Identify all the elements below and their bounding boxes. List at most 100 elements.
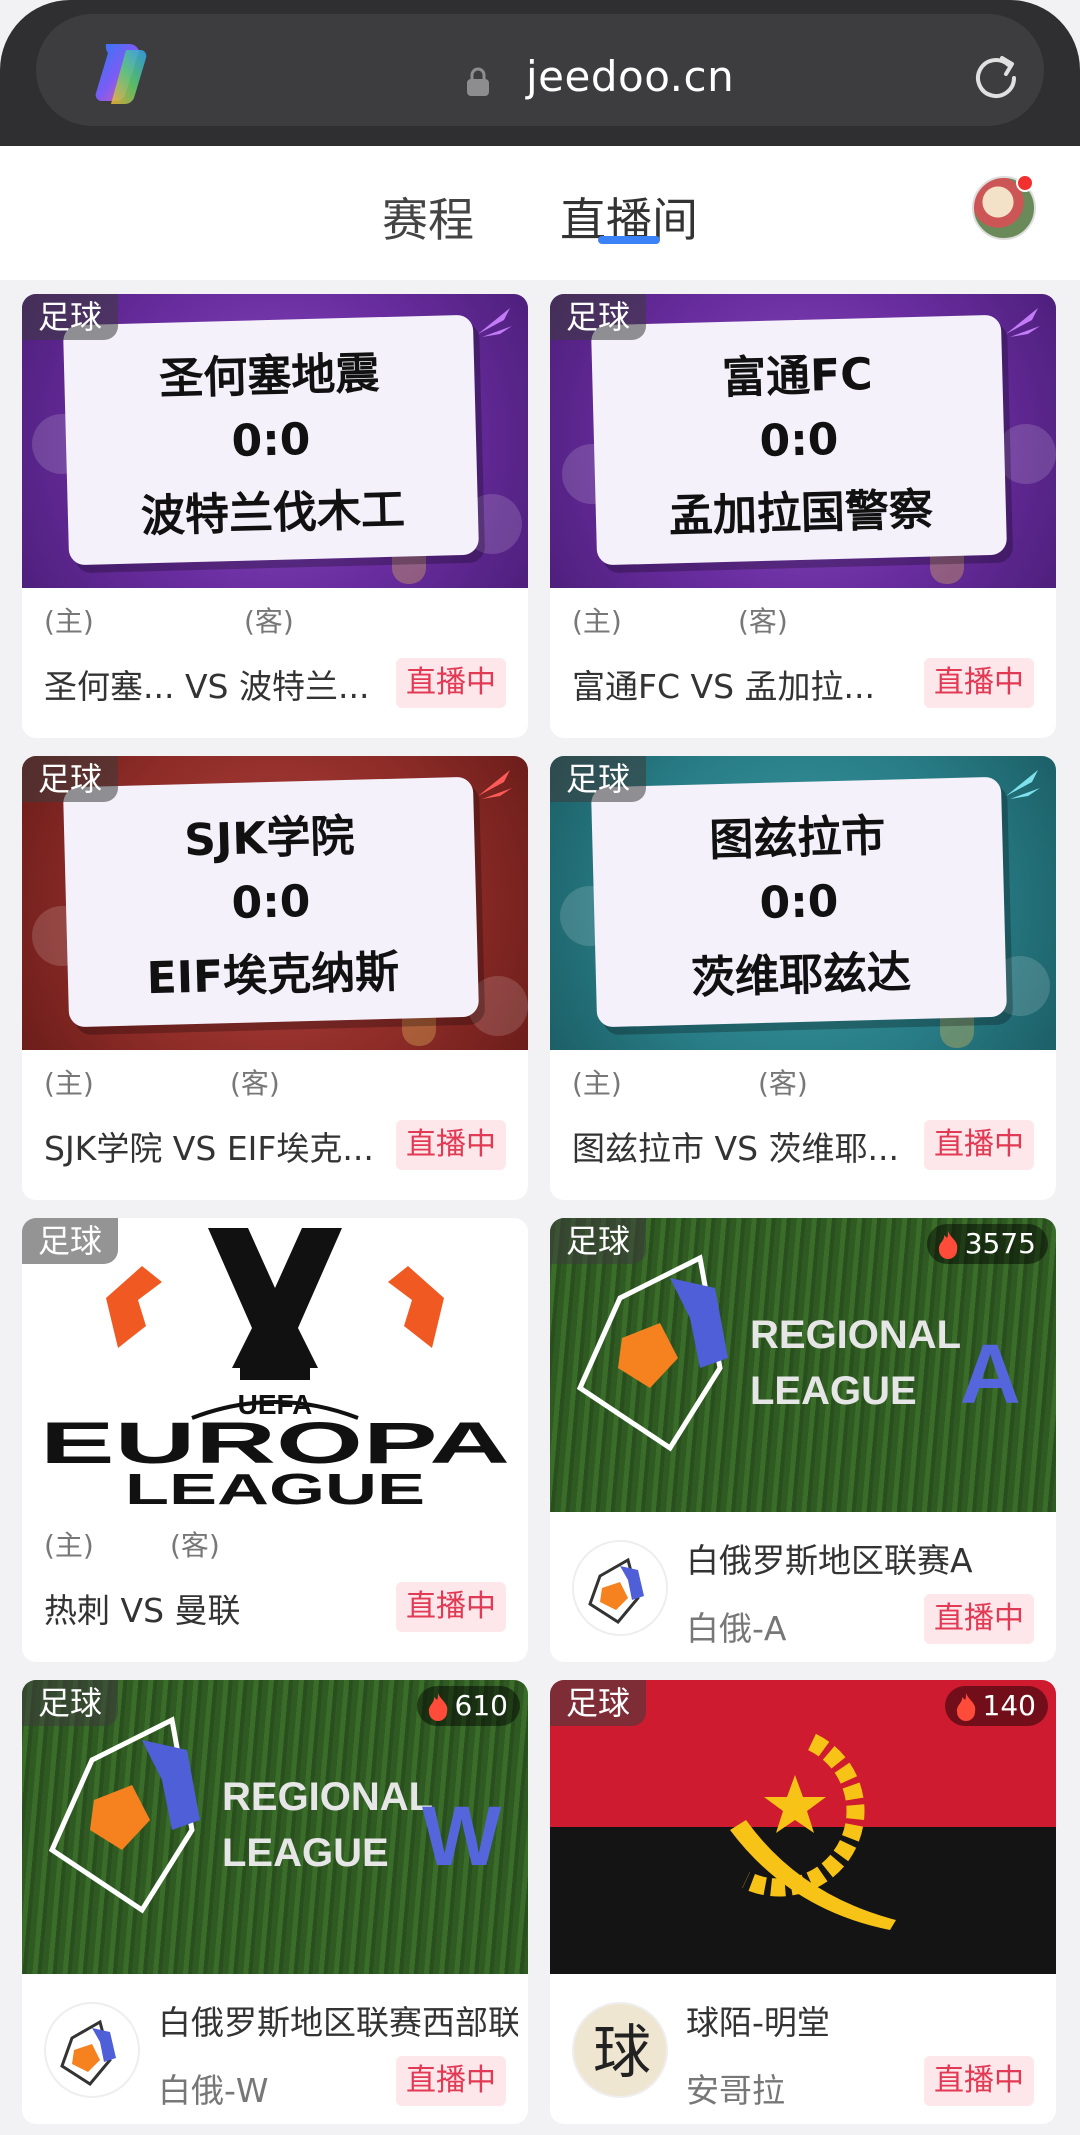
room-thumbnail: 足球 140 — [550, 1680, 1056, 1974]
popularity-badge: 140 — [944, 1686, 1048, 1726]
sport-tag: 足球 — [22, 756, 119, 802]
match-card[interactable]: 图兹拉市 0:0 茨维耶兹达 足球 (主) (客) 图兹拉市 VS 茨维耶...… — [550, 756, 1056, 1200]
live-badge: 直播中 — [924, 658, 1034, 708]
sport-tag: 足球 — [550, 294, 647, 340]
sport-tag: 足球 — [22, 294, 119, 340]
browser-toolbar: jeedoo.cn — [0, 0, 1080, 146]
svg-text:LEAGUE: LEAGUE — [750, 1369, 917, 1413]
match-card[interactable]: 富通FC 0:0 孟加拉国警察 足球 (主) (客) 富通FC VS 孟加拉..… — [550, 294, 1056, 738]
sport-tag: 足球 — [550, 1218, 647, 1264]
sport-tag: 足球 — [22, 1218, 119, 1264]
away-label: (客) — [230, 1067, 280, 1100]
away-team-name: 茨维耶兹达 — [690, 946, 912, 1004]
regional-league-logo-icon — [588, 1557, 644, 1624]
address-bar[interactable]: jeedoo.cn — [36, 14, 1044, 126]
match-score: 0:0 — [230, 875, 312, 929]
room-avatar: 球 — [572, 2002, 668, 2098]
live-badge: 直播中 — [396, 2056, 506, 2106]
live-room-card[interactable]: 足球 140 球 球陌-明堂 安哥拉 直播中 — [550, 1680, 1056, 2124]
brand-mark-icon — [1006, 308, 1040, 337]
match-card[interactable]: 圣何塞地震 0:0 波特兰伐木工 足球 (主) (客) 圣何塞... VS 波特… — [22, 294, 528, 738]
home-label: (主) — [572, 605, 622, 638]
live-badge: 直播中 — [924, 2056, 1034, 2106]
flame-icon — [938, 1231, 958, 1259]
scoreboard: SJK学院 0:0 EIF埃克纳斯 — [62, 776, 480, 1028]
svg-text:LEAGUE: LEAGUE — [222, 1831, 389, 1875]
home-label: (主) — [572, 1067, 622, 1100]
away-label: (客) — [244, 605, 294, 638]
svg-text:REGIONAL: REGIONAL — [222, 1775, 433, 1819]
match-thumbnail: 图兹拉市 0:0 茨维耶兹达 足球 — [550, 756, 1056, 1050]
home-team-name: 富通FC — [721, 348, 874, 404]
top-nav: 赛程 直播间 — [0, 146, 1080, 280]
room-avatar — [44, 2002, 140, 2098]
room-subtitle: 白俄-W — [158, 2071, 269, 2110]
popularity-count: 3575 — [964, 1227, 1036, 1260]
notification-dot — [1016, 174, 1034, 192]
brand-mark-icon — [478, 770, 512, 799]
match-thumbnail: 圣何塞地震 0:0 波特兰伐木工 足球 — [22, 294, 528, 588]
away-label: (客) — [738, 605, 788, 638]
brand-mark-icon — [1006, 770, 1040, 799]
active-tab-indicator — [598, 236, 660, 244]
copilot-icon[interactable] — [86, 36, 158, 108]
tab-schedule[interactable]: 赛程 — [382, 184, 474, 250]
away-label: (客) — [170, 1529, 220, 1562]
match-summary: 圣何塞... VS 波特兰... — [44, 667, 370, 706]
away-label: (客) — [758, 1067, 808, 1100]
home-team-name: SJK学院 — [183, 810, 356, 866]
flame-icon — [956, 1693, 975, 1721]
regional-league-logo-icon — [60, 2019, 116, 2086]
scoreboard: 圣何塞地震 0:0 波特兰伐木工 — [62, 314, 480, 566]
popularity-count: 140 — [982, 1689, 1036, 1722]
room-title: 白俄罗斯地区联赛西部联 — [158, 2003, 518, 2042]
live-room-card[interactable]: REGIONAL LEAGUE W 足球 610 白俄罗斯地区联赛西部联 白俄-… — [22, 1680, 528, 2124]
away-team-name: 波特兰伐木工 — [140, 484, 406, 542]
match-card[interactable]: UEFA EUROPA LEAGUE 足球 (主) (客) 热刺 VS 曼联 直… — [22, 1218, 528, 1662]
sport-tag: 足球 — [22, 1680, 119, 1726]
match-summary: 热刺 VS 曼联 — [44, 1591, 241, 1630]
reload-icon[interactable] — [966, 48, 1026, 108]
room-title: 球陌-明堂 — [686, 2003, 830, 2042]
match-summary: SJK学院 VS EIF埃克... — [44, 1129, 374, 1168]
logo-league-text: LEAGUE — [125, 1465, 425, 1512]
live-badge: 直播中 — [396, 1120, 506, 1170]
popularity-count: 610 — [454, 1689, 508, 1722]
home-team-name: 圣何塞地震 — [158, 347, 380, 405]
live-badge: 直播中 — [396, 658, 506, 708]
match-score: 0:0 — [230, 413, 312, 467]
room-title: 白俄罗斯地区联赛A — [686, 1541, 973, 1580]
room-subtitle: 安哥拉 — [686, 2071, 785, 2110]
popularity-badge: 610 — [416, 1686, 520, 1726]
url-text[interactable]: jeedoo.cn — [526, 52, 734, 101]
live-badge: 直播中 — [924, 1594, 1034, 1644]
calligraphy-avatar: 球 — [592, 2018, 651, 2086]
room-thumbnail: REGIONAL LEAGUE A 足球 3575 — [550, 1218, 1056, 1512]
live-room-card[interactable]: REGIONAL LEAGUE A 足球 3575 白俄罗斯地区联赛A 白俄-A… — [550, 1218, 1056, 1662]
match-card[interactable]: SJK学院 0:0 EIF埃克纳斯 足球 (主) (客) SJK学院 VS EI… — [22, 756, 528, 1200]
live-badge: 直播中 — [396, 1582, 506, 1632]
match-thumbnail: 富通FC 0:0 孟加拉国警察 足球 — [550, 294, 1056, 588]
flame-icon — [428, 1693, 447, 1721]
home-label: (主) — [44, 605, 94, 638]
scoreboard: 富通FC 0:0 孟加拉国警察 — [590, 314, 1008, 566]
lock-icon — [467, 67, 489, 96]
match-score: 0:0 — [758, 413, 840, 467]
svg-text:A: A — [960, 1327, 1021, 1421]
sport-tag: 足球 — [550, 756, 647, 802]
europa-league-logo: UEFA EUROPA LEAGUE 足球 — [22, 1218, 528, 1512]
room-thumbnail: REGIONAL LEAGUE W 足球 610 — [22, 1680, 528, 1974]
match-thumbnail: SJK学院 0:0 EIF埃克纳斯 足球 — [22, 756, 528, 1050]
live-badge: 直播中 — [924, 1120, 1034, 1170]
home-team-name: 图兹拉市 — [708, 810, 886, 866]
match-summary: 富通FC VS 孟加拉... — [572, 667, 875, 706]
brand-mark-icon — [478, 308, 512, 337]
room-avatar — [572, 1540, 668, 1636]
popularity-badge: 3575 — [926, 1224, 1048, 1264]
svg-text:REGIONAL: REGIONAL — [750, 1313, 961, 1357]
scoreboard: 图兹拉市 0:0 茨维耶兹达 — [590, 776, 1008, 1028]
room-subtitle: 白俄-A — [686, 1609, 787, 1648]
match-score: 0:0 — [758, 875, 840, 929]
match-summary: 图兹拉市 VS 茨维耶... — [572, 1129, 899, 1168]
away-team-name: EIF埃克纳斯 — [146, 946, 400, 1004]
